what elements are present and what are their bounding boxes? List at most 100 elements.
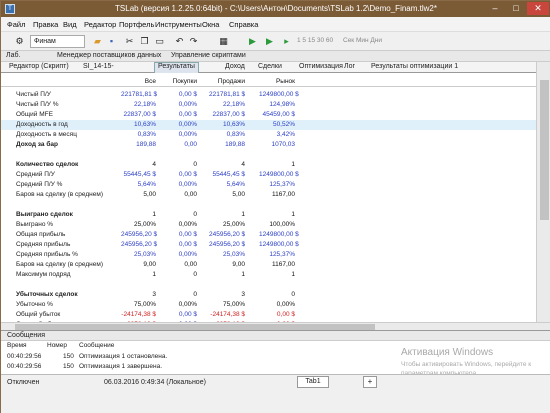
row-value: 0,83% (137, 131, 156, 138)
menu-windows[interactable]: Окна (202, 20, 219, 29)
row-value: 0,00 $ (178, 231, 197, 238)
status-bar: Отключен 06.03.2016 0:49:34 (Локальное) … (1, 374, 550, 413)
tab-data-providers[interactable]: Менеджер поставщиков данных (57, 52, 161, 59)
stats-row[interactable]: Доход за бар 189,88 0,00 189,88 1070,03 (1, 140, 536, 150)
stats-row[interactable]: Убыточных сделок 3 0 3 0 (1, 290, 536, 300)
play-icon[interactable]: ▶ (263, 35, 276, 48)
title-bar[interactable]: T TSLab (версия 1.2.25.0:64bit) - C:\Use… (1, 1, 550, 17)
grid-icon[interactable]: ▦ (217, 35, 230, 48)
column-header-sells[interactable]: Продажи (209, 78, 245, 85)
row-value: 55445,45 $ (123, 171, 156, 178)
stats-row[interactable] (1, 150, 536, 160)
row-value: 1249800,00 $ (259, 231, 299, 238)
messages-header-number[interactable]: Номер (47, 342, 67, 349)
stats-row[interactable]: Общая прибыль 245956,20 $ 0,00 $ 245956,20 … (1, 230, 536, 240)
menu-file[interactable]: Файл (7, 20, 25, 29)
row-value: 189,88 (136, 141, 156, 148)
messages-header-message[interactable]: Сообщение (79, 342, 114, 349)
row-value: 45459,00 $ (262, 111, 295, 118)
tab-optimization[interactable]: Оптимизация (299, 63, 343, 70)
copy-icon[interactable]: ❐ (138, 35, 151, 48)
maximize-button[interactable]: □ (506, 2, 526, 15)
stats-row[interactable]: Чистый П/У % 22,18% 0,00% 22,18% 124,98% (1, 100, 536, 110)
row-value: 0 (291, 291, 295, 298)
folder-icon[interactable]: ▰ (91, 35, 104, 48)
row-value: 22,18% (222, 101, 245, 108)
messages-header-time[interactable]: Время (7, 342, 27, 349)
menu-tools[interactable]: Инструменты (155, 20, 202, 29)
row-value: 1 (152, 271, 156, 278)
stats-row[interactable] (1, 200, 536, 210)
row-label: Средний П/У (16, 171, 55, 178)
vertical-scrollbar[interactable] (536, 62, 550, 322)
menu-help[interactable]: Справка (229, 20, 258, 29)
tools-icon[interactable]: ⚙ (13, 35, 26, 48)
tab-editor[interactable]: Редактор (Скрипт) (9, 63, 69, 70)
row-label: Средний П/У % (16, 181, 63, 188)
stats-row[interactable]: Доходность в месяц 0,83% 0,00% 0,83% 3,42% (1, 130, 536, 140)
stats-row[interactable] (1, 280, 536, 290)
tab-lab[interactable]: Лаб. (6, 52, 20, 59)
stats-row[interactable]: Средний П/У 55445,45 $ 0,00 $ 55445,45 $ 124… (1, 170, 536, 180)
row-value: 0 (193, 161, 197, 168)
cut-icon[interactable]: ✂ (123, 35, 136, 48)
menu-portfolio[interactable]: Портфель (119, 20, 154, 29)
menu-editor[interactable]: Редактор (84, 20, 116, 29)
horizontal-scrollbar[interactable] (1, 322, 550, 330)
row-value: 3 (152, 291, 156, 298)
stats-row[interactable]: Убыточно % 75,00% 0,00% 75,00% 0,00% (1, 300, 536, 310)
stats-row[interactable]: Выиграно % 25,00% 0,00% 25,00% 100,00% (1, 220, 536, 230)
row-label: Максимум подряд (16, 271, 71, 278)
row-value: 22837,00 $ (212, 111, 245, 118)
stats-row[interactable]: Средняя прибыль % 25,03% 0,00% 25,03% 125,37… (1, 250, 536, 260)
stats-row[interactable]: Чистый П/У 221781,81 $ 0,00 $ 221781,81 $ 12… (1, 90, 536, 100)
stats-row[interactable]: Выиграно сделок 1 0 1 1 (1, 210, 536, 220)
broker-select[interactable]: Финам (30, 35, 85, 48)
run-icon[interactable]: ▶ (246, 35, 259, 48)
row-value: 5,64% (226, 181, 245, 188)
column-header-market[interactable]: Рынок (259, 78, 295, 85)
row-value: 1249800,00 $ (259, 241, 299, 248)
stats-row[interactable]: Баров на сделку (в среднем) 9,00 0,00 9,00 1… (1, 260, 536, 270)
row-value: 0,00 $ (178, 91, 197, 98)
row-label: Доходность в месяц (16, 131, 77, 138)
save-icon[interactable]: ▪ (105, 35, 118, 48)
stats-row[interactable]: Общий убыток -24174,38 $ 0,00 $ -24174,38 $… (1, 310, 536, 320)
scroll-thumb[interactable] (540, 80, 549, 220)
redo-icon[interactable]: ↷ (187, 35, 200, 48)
tab-trades[interactable]: Сделки (258, 63, 282, 70)
minimize-button[interactable]: – (485, 2, 505, 15)
stats-row[interactable]: Доходность в год 10,63% 0,00% 10,63% 50,52% (1, 120, 536, 130)
stats-row[interactable]: Максимум подряд 1 0 1 1 (1, 270, 536, 280)
step-icon[interactable]: ▸ (280, 35, 293, 48)
paste-icon[interactable]: ▭ (153, 35, 166, 48)
tab-optimization-results[interactable]: Результаты оптимизации 1 (371, 63, 458, 70)
stats-row[interactable]: Средняя прибыль 245956,20 $ 0,00 $ 245956,2… (1, 240, 536, 250)
tab-tab1[interactable]: Tab1 (297, 376, 329, 388)
stats-row[interactable]: Средний П/У % 5,64% 0,00% 5,64% 125,37% (1, 180, 536, 190)
stats-row[interactable]: Баров на сделку (в среднем) 5,00 0,00 5,00 1… (1, 190, 536, 200)
tab-instrument[interactable]: SI_14-15- (83, 63, 114, 70)
row-value: 25,00% (133, 221, 156, 228)
add-tab-button[interactable]: + (363, 376, 377, 388)
stats-row[interactable]: Количество сделок 4 0 4 1 (1, 160, 536, 170)
column-header-buys[interactable]: Покупки (159, 78, 197, 85)
tab-log[interactable]: Лог (344, 63, 355, 70)
tab-results[interactable]: Результаты (154, 62, 199, 73)
row-value: 22,18% (133, 101, 156, 108)
timeframe-buttons[interactable]: 1 5 15 30 60 (297, 37, 333, 44)
menu-view[interactable]: Вид (63, 20, 77, 29)
tab-script-manager[interactable]: Управление скриптами (171, 52, 246, 59)
row-value: 22837,00 $ (123, 111, 156, 118)
message-text: Оптимизация 1 остановлена. (79, 353, 168, 360)
row-value: -24174,38 $ (210, 311, 245, 318)
row-value: 0,00% (178, 251, 197, 258)
period-buttons[interactable]: Сек Мин Дни (343, 37, 382, 44)
stats-row[interactable]: Общий MFE 22837,00 $ 0,00 $ 22837,00 $ 45459… (1, 110, 536, 120)
results-grid: Все Покупки Продажи Рынок Чистый П/У 2217… (1, 73, 536, 322)
menu-edit[interactable]: Правка (33, 20, 58, 29)
close-button[interactable]: ✕ (527, 2, 549, 15)
undo-icon[interactable]: ↶ (173, 35, 186, 48)
column-header-all[interactable]: Все (121, 78, 156, 85)
tab-income[interactable]: Доход (225, 63, 245, 70)
